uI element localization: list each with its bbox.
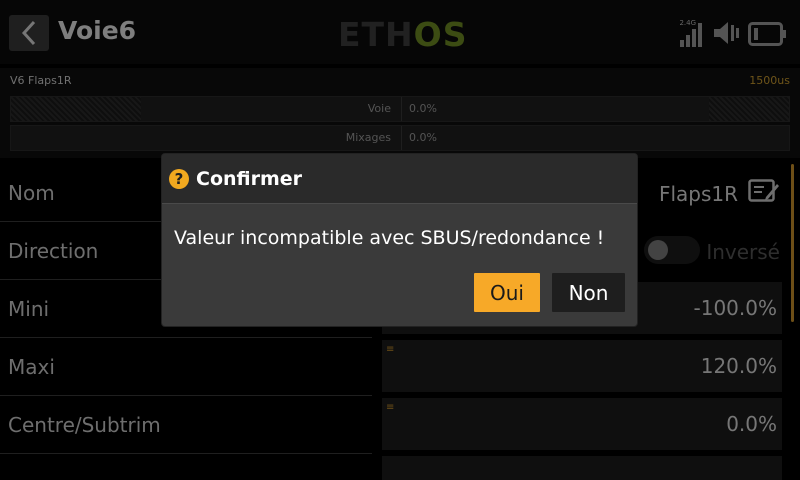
question-icon: ?: [169, 169, 189, 189]
confirm-dialog: ? Confirmer Valeur incompatible avec SBU…: [162, 154, 637, 326]
yes-button[interactable]: Oui: [474, 273, 540, 312]
dialog-message: Valeur incompatible avec SBUS/redondance…: [174, 227, 605, 249]
no-button[interactable]: Non: [552, 273, 625, 312]
dialog-header: ? Confirmer: [162, 154, 637, 204]
dialog-title: Confirmer: [196, 168, 303, 190]
